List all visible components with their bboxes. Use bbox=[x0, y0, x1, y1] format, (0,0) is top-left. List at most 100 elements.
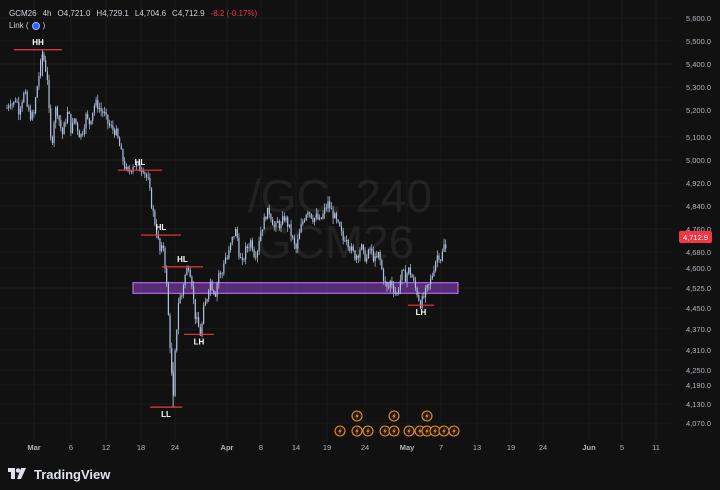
candle-body bbox=[347, 239, 349, 248]
candle-body bbox=[393, 285, 395, 292]
time-tick-label: 18 bbox=[137, 443, 145, 452]
candle-body bbox=[71, 122, 74, 133]
last-price-badge: 4,712.9 bbox=[679, 231, 712, 243]
event-flash-icon[interactable] bbox=[351, 410, 363, 422]
candle-body bbox=[357, 255, 359, 258]
candle-body bbox=[9, 104, 11, 106]
candle-body bbox=[145, 174, 148, 178]
event-flash-icon[interactable] bbox=[448, 425, 460, 437]
candle-body bbox=[245, 246, 247, 260]
price-tick-label: 4,310.0 bbox=[686, 346, 711, 355]
support-zone-rect[interactable] bbox=[132, 282, 459, 294]
time-tick-label: 14 bbox=[292, 443, 300, 452]
candle-body bbox=[403, 269, 405, 271]
candle-body bbox=[339, 222, 341, 227]
candle-body bbox=[40, 60, 42, 77]
candle-body bbox=[6, 108, 8, 109]
candle-body bbox=[65, 122, 67, 124]
event-flash-icon[interactable] bbox=[388, 410, 400, 422]
event-flash-icon[interactable] bbox=[403, 425, 415, 437]
candle-body bbox=[51, 137, 53, 143]
candle-body bbox=[256, 251, 259, 257]
candle-body bbox=[250, 240, 252, 248]
candle-body bbox=[76, 123, 79, 131]
price-tick-label: 5,200.0 bbox=[686, 106, 711, 115]
candle-body bbox=[196, 317, 198, 320]
time-tick-label: 24 bbox=[361, 443, 369, 452]
price-tick-label: 4,600.0 bbox=[686, 264, 711, 273]
candle-body bbox=[206, 299, 208, 302]
tradingview-logo-icon bbox=[8, 468, 26, 479]
candle-body bbox=[11, 104, 13, 106]
candle-body bbox=[150, 188, 153, 209]
candle-body bbox=[166, 268, 168, 284]
candle-body bbox=[379, 251, 381, 261]
candle-body bbox=[271, 219, 274, 226]
candle-body bbox=[87, 114, 89, 119]
event-flash-icon[interactable] bbox=[421, 410, 433, 422]
candle-body bbox=[191, 276, 193, 287]
price-tick-label: 4,250.0 bbox=[686, 366, 711, 375]
candle-body bbox=[364, 249, 366, 262]
link-color-icon[interactable] bbox=[31, 22, 40, 30]
price-chart[interactable]: /GC, 240 GCM26 HH HL HL HL LH LL LH 5,600.0 5,5… bbox=[0, 0, 720, 490]
candle-body bbox=[95, 99, 97, 106]
candle-body bbox=[285, 217, 287, 221]
candle-body bbox=[423, 296, 425, 298]
candle-body bbox=[82, 133, 84, 135]
candle-body bbox=[305, 214, 307, 221]
candle-body bbox=[119, 137, 121, 147]
tradingview-brand[interactable]: TradingView bbox=[8, 467, 110, 482]
candle-body bbox=[31, 112, 33, 120]
candle-body bbox=[115, 128, 117, 136]
link-row[interactable]: Link ( ) bbox=[9, 20, 257, 32]
watermark: /GC, 240 GCM26 bbox=[248, 170, 432, 268]
price-tick-label: 5,600.0 bbox=[686, 14, 711, 23]
swing-label: HL bbox=[156, 223, 167, 232]
legend-symbol[interactable]: GCM26 bbox=[9, 8, 37, 20]
candle-body bbox=[314, 218, 316, 222]
candle-body bbox=[93, 105, 96, 113]
candle-body bbox=[399, 280, 401, 290]
price-axis[interactable]: 5,600.0 5,500.0 5,400.0 5,300.0 5,200.0 5,100… bbox=[686, 14, 711, 428]
time-tick-label: 24 bbox=[171, 443, 179, 452]
candle-body bbox=[253, 249, 255, 258]
support-zone[interactable] bbox=[132, 282, 459, 294]
candle-body bbox=[297, 239, 299, 249]
candle-body bbox=[161, 245, 163, 251]
event-flash-icon[interactable] bbox=[388, 425, 400, 437]
candle-body bbox=[312, 218, 314, 222]
candle-body bbox=[401, 269, 403, 281]
candle-body bbox=[23, 93, 25, 103]
candle-body bbox=[293, 237, 296, 245]
candle-body bbox=[292, 236, 294, 238]
ohlc-row: GCM26 4h O4,721.0 H4,729.1 L4,704.6 C4,7… bbox=[9, 8, 257, 20]
candle-body bbox=[345, 239, 348, 242]
legend-interval[interactable]: 4h bbox=[43, 8, 52, 20]
candle-body bbox=[70, 113, 72, 133]
time-axis[interactable]: Mar 6 12 18 24 Apr 8 14 19 24 May 7 13 19 24 Jun 5 11 bbox=[27, 443, 660, 452]
candle-body bbox=[144, 172, 146, 175]
candle-body bbox=[381, 260, 383, 270]
event-flash-icon[interactable] bbox=[362, 425, 374, 437]
candle-body bbox=[424, 287, 427, 298]
candle-body bbox=[303, 220, 306, 222]
event-flash-icon[interactable] bbox=[351, 425, 363, 437]
price-tick-label: 4,680.0 bbox=[686, 248, 711, 257]
candle-body bbox=[198, 317, 200, 328]
event-flash-icon[interactable] bbox=[334, 425, 346, 437]
candle-body bbox=[181, 295, 183, 297]
event-flash-icon[interactable] bbox=[438, 425, 450, 437]
candle-body bbox=[235, 229, 237, 237]
time-tick-label: 6 bbox=[69, 443, 73, 452]
candle-body bbox=[63, 122, 65, 135]
candle-body bbox=[334, 213, 336, 219]
swing-label: LH bbox=[194, 337, 205, 346]
candle-body bbox=[398, 289, 400, 294]
candle-body bbox=[73, 118, 75, 123]
footer: TradingView bbox=[0, 458, 720, 490]
candle-body bbox=[426, 284, 428, 288]
candle-body bbox=[246, 246, 248, 249]
candle-body bbox=[194, 299, 196, 320]
time-tick-label: 7 bbox=[439, 443, 443, 452]
